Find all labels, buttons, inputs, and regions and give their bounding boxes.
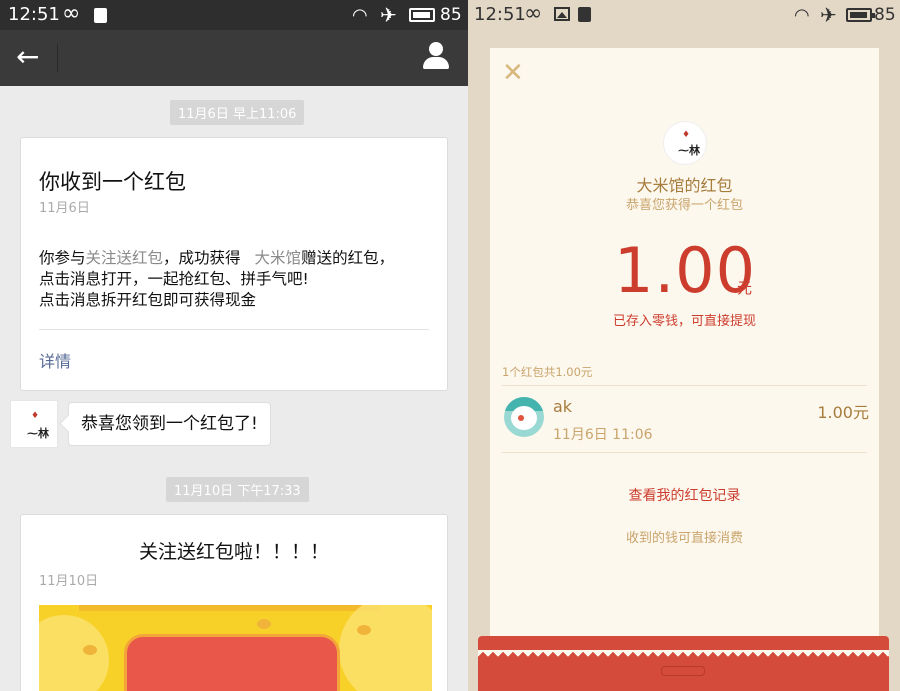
logo-mark-icon: ♦ xyxy=(682,130,691,140)
article-date: 11月10日 xyxy=(39,574,99,589)
sender-avatar[interactable]: ♦ ⁓林 xyxy=(10,400,58,448)
card-title: 你收到一个红包 xyxy=(39,170,186,194)
amount-unit: 元 xyxy=(737,279,753,297)
divider xyxy=(502,385,867,386)
promo-article-card[interactable]: 关注送红包啦！！！！ 11月10日 xyxy=(20,514,448,691)
chat-screen: 12:51 ∞ ◠ ✈ 85 ← 11月6日 早上11:06 你收到一个红包 1… xyxy=(0,0,468,691)
red-packet-notice-card[interactable]: 你收到一个红包 11月6日 你参与关注送红包，成功获得 大米馆赠送的红包， 点击消… xyxy=(20,137,448,391)
battery-icon xyxy=(846,8,875,22)
sd-card-icon xyxy=(94,8,107,23)
logo-mark-icon: ♦ xyxy=(31,411,40,421)
activity-link[interactable]: 关注送红包 xyxy=(86,249,164,267)
battery-icon xyxy=(409,8,435,22)
detail-link[interactable]: 详情 xyxy=(39,348,71,372)
article-title: 关注送红包啦！！！！ xyxy=(138,541,329,563)
infinity-icon: ∞ xyxy=(524,1,543,26)
card-body: 你参与关注送红包，成功获得 大米馆赠送的红包， 点击消息打开，一起抢红包、拼手气吧… xyxy=(39,248,439,311)
message-bubble[interactable]: 恭喜您领到一个红包了! xyxy=(68,402,271,446)
receiver-avatar xyxy=(504,397,544,437)
sender-title: 大米馆的红包 xyxy=(636,176,733,195)
profile-icon[interactable] xyxy=(422,42,450,72)
red-packet-detail-screen: 12:51 ∞ ◠ ✈ 85 ✕ ♦ ⁓林 大米馆的红包 恭喜您获得一个红包 1… xyxy=(468,0,900,691)
back-arrow-icon[interactable]: ← xyxy=(16,40,39,73)
body-text: ，成功获得 xyxy=(163,249,241,267)
envelope-bottom xyxy=(478,636,889,691)
status-time: 12:51 xyxy=(474,4,526,25)
close-icon[interactable]: ✕ xyxy=(502,58,524,88)
battery-percent: 85 xyxy=(874,5,896,25)
stored-notice[interactable]: 已存入零钱，可直接提现 xyxy=(490,310,879,329)
title-bar: ← xyxy=(0,30,468,86)
received-amount: 1.00 xyxy=(614,234,757,307)
logo-glyph-icon: ⁓林 xyxy=(678,144,700,157)
body-text: 你参与 xyxy=(39,249,86,267)
message-timestamp: 11月10日 下午17:33 xyxy=(166,477,309,502)
receive-time: 11月6日 11:06 xyxy=(553,427,653,443)
divider xyxy=(502,452,867,453)
wifi-icon: ◠ xyxy=(794,5,810,26)
body-line-3: 点击消息拆开红包即可获得现金 xyxy=(39,291,257,309)
sender-logo: ♦ ⁓林 xyxy=(663,121,707,165)
spend-link[interactable]: 收到的钱可直接消费 xyxy=(490,527,879,546)
card-date: 11月6日 xyxy=(39,201,90,216)
logo-glyph-icon: ⁓林 xyxy=(27,427,49,440)
message-timestamp: 11月6日 早上11:06 xyxy=(170,100,305,125)
status-bar: 12:51 ∞ ◠ ✈ 85 xyxy=(0,0,468,30)
battery-percent: 85 xyxy=(440,5,462,25)
title-divider xyxy=(57,44,58,72)
sender-name: 大米馆 xyxy=(254,249,302,267)
red-packet-sheet: ✕ ♦ ⁓林 大米馆的红包 恭喜您获得一个红包 1.00 元 已存入零钱，可直接… xyxy=(490,48,879,648)
status-time: 12:51 xyxy=(8,4,60,25)
receiver-name: ak xyxy=(553,397,573,416)
view-records-link[interactable]: 查看我的红包记录 xyxy=(490,485,879,505)
status-bar: 12:51 ∞ ◠ ✈ 85 xyxy=(468,0,900,30)
sd-card-icon xyxy=(578,7,591,22)
body-line-2: 点击消息打开，一起抢红包、拼手气吧! xyxy=(39,270,309,288)
wish-text: 恭喜您获得一个红包 xyxy=(625,198,743,213)
airplane-icon: ✈ xyxy=(820,3,837,27)
body-text: 赠送的红包， xyxy=(301,249,395,267)
image-icon xyxy=(554,7,570,21)
packet-summary: 1个红包共1.00元 xyxy=(502,365,593,379)
infinity-icon: ∞ xyxy=(62,1,81,26)
airplane-icon: ✈ xyxy=(380,3,397,27)
wifi-icon: ◠ xyxy=(352,5,368,26)
card-divider xyxy=(39,329,429,330)
receiver-amount: 1.00元 xyxy=(817,403,869,422)
article-cover-image xyxy=(39,605,432,691)
red-packet-illustration xyxy=(127,637,337,691)
